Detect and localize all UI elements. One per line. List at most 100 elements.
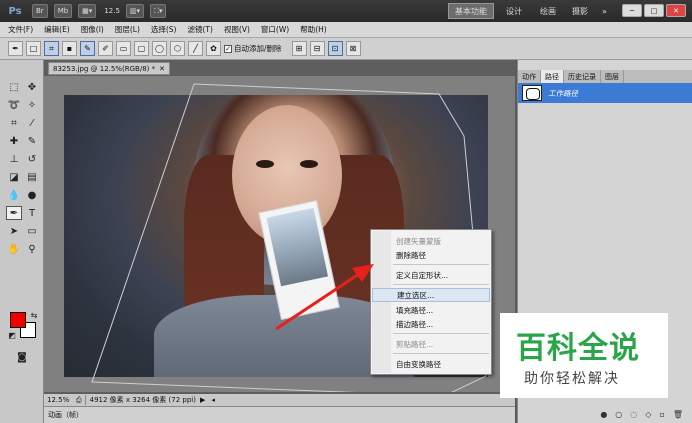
menu-file[interactable]: 文件(F)	[8, 24, 33, 35]
rounded-rectangle-icon[interactable]: ▢	[134, 41, 149, 56]
combine-intersect-icon[interactable]: ⊡	[327, 41, 343, 56]
quick-selection-tool-icon[interactable]: ✧	[24, 98, 40, 112]
ellipse-icon[interactable]: ◯	[152, 41, 167, 56]
menu-item-fill-path[interactable]: 填充路径...	[372, 303, 490, 317]
pen-tool-preset-icon[interactable]: ✒	[8, 41, 23, 56]
clone-stamp-tool-icon[interactable]: ⊥	[6, 152, 22, 166]
menu-item-delete-path[interactable]: 删除路径	[372, 248, 490, 262]
close-tab-icon[interactable]: ✕	[159, 65, 165, 73]
tools-panel: ⬚ ✥ ➰ ✧ ⌗ ⁄ ✚ ✎ ⊥ ↺ ◪ ▤ 💧 ● ✒ T ➤ ▭ ✋ ⚲ …	[0, 60, 44, 423]
default-colors-icon[interactable]: ◩	[4, 328, 20, 342]
line-icon[interactable]: ╱	[188, 41, 203, 56]
pen-tool-icon[interactable]: ✒	[6, 206, 22, 220]
menu-edit[interactable]: 编辑(E)	[44, 24, 70, 35]
paths-mode-icon[interactable]: ⌗	[44, 41, 59, 56]
minibridge-button[interactable]: Mb	[53, 4, 73, 18]
combine-add-icon[interactable]: ⊞	[291, 41, 307, 56]
close-button[interactable]: ✕	[666, 4, 686, 17]
menu-layer[interactable]: 图层(L)	[115, 24, 140, 35]
fill-path-icon[interactable]: ●	[600, 410, 607, 419]
context-menu-separator	[393, 264, 489, 265]
watermark: 百科全说 助你轻松解决	[500, 313, 668, 398]
path-selection-tool-icon[interactable]: ➤	[6, 224, 22, 238]
menu-window[interactable]: 窗口(W)	[261, 24, 289, 35]
panel-tabs: 动作 路径 历史记录 图层	[518, 70, 692, 83]
menu-help[interactable]: 帮助(H)	[300, 24, 327, 35]
menu-image[interactable]: 图像(I)	[81, 24, 104, 35]
minimize-button[interactable]: ─	[622, 4, 642, 17]
workspace-painting[interactable]: 绘画	[534, 3, 562, 19]
zoom-level[interactable]: 12.5	[104, 7, 120, 15]
menu-item-define-custom-shape[interactable]: 定义自定形状...	[372, 268, 490, 282]
fill-pixels-icon[interactable]: ▪	[62, 41, 77, 56]
zoom-tool-icon[interactable]: ⚲	[24, 242, 40, 256]
load-selection-icon[interactable]: ◌	[630, 410, 637, 419]
status-zoom[interactable]: 12.5%	[44, 396, 76, 404]
swap-colors-icon[interactable]: ⇆	[26, 308, 42, 322]
tab-layers[interactable]: 图层	[601, 70, 624, 83]
arrange-documents-button[interactable]: ▥▾	[125, 4, 145, 18]
gradient-tool-icon[interactable]: ▤	[24, 170, 40, 184]
more-workspaces-icon[interactable]: »	[596, 3, 613, 19]
status-doc-icon[interactable]: ⎙	[76, 396, 82, 405]
tab-history[interactable]: 历史记录	[564, 70, 601, 83]
status-arrow-icon[interactable]: ▶	[200, 396, 205, 404]
quick-mask-icon[interactable]: ◙	[14, 350, 30, 364]
type-tool-icon[interactable]: T	[24, 206, 40, 220]
healing-brush-tool-icon[interactable]: ✚	[6, 134, 22, 148]
foreground-color-swatch[interactable]	[10, 312, 26, 328]
history-brush-tool-icon[interactable]: ↺	[24, 152, 40, 166]
path-thumbnail	[522, 85, 542, 101]
menu-item-free-transform-path[interactable]: 自由变换路径	[372, 357, 490, 371]
crop-tool-icon[interactable]: ⌗	[6, 116, 22, 130]
menu-item-clipping-path[interactable]: 剪贴路径...	[372, 337, 490, 351]
menu-filter[interactable]: 滤镜(T)	[188, 24, 213, 35]
document-tab[interactable]: 83253.jpg @ 12.5%(RGB/8) * ✕	[48, 62, 170, 75]
document-tab-title: 83253.jpg @ 12.5%(RGB/8) *	[53, 64, 156, 73]
menu-item-make-selection[interactable]: 建立选区...	[372, 288, 490, 302]
new-path-icon[interactable]: ▫	[659, 410, 664, 419]
pen-icon[interactable]: ✎	[80, 41, 95, 56]
shape-layers-icon[interactable]: □	[26, 41, 41, 56]
screen-mode-button[interactable]: ⛶▾	[150, 4, 167, 18]
brush-tool-icon[interactable]: ✎	[24, 134, 40, 148]
delete-path-icon[interactable]: 🗑	[673, 410, 683, 419]
polygon-icon[interactable]: ⬡	[170, 41, 185, 56]
workspace-essentials[interactable]: 基本功能	[448, 3, 494, 19]
move-tool-icon[interactable]: ✥	[24, 80, 40, 94]
maximize-button[interactable]: □	[644, 4, 664, 17]
auto-add-delete-checkbox[interactable]: ✓	[224, 44, 232, 53]
watermark-subtitle: 助你轻松解决	[524, 371, 620, 387]
freeform-pen-icon[interactable]: ✐	[98, 41, 113, 56]
eyedropper-tool-icon[interactable]: ⁄	[24, 116, 40, 130]
scroll-left-icon[interactable]: ◂	[211, 396, 215, 404]
photoshop-logo: Ps	[8, 5, 22, 17]
custom-shape-icon[interactable]: ✿	[206, 41, 221, 56]
tab-paths[interactable]: 路径	[541, 70, 564, 83]
blur-tool-icon[interactable]: 💧	[6, 188, 22, 202]
menu-view[interactable]: 视图(V)	[224, 24, 250, 35]
make-work-path-icon[interactable]: ◇	[645, 410, 651, 419]
marquee-tool-icon[interactable]: ⬚	[6, 80, 22, 94]
workspace-photography[interactable]: 摄影	[566, 3, 594, 19]
shape-tool-icon[interactable]: ▭	[24, 224, 40, 238]
workspace-design[interactable]: 设计	[500, 3, 528, 19]
eraser-tool-icon[interactable]: ◪	[6, 170, 22, 184]
bridge-button[interactable]: Br	[32, 4, 48, 18]
hand-tool-icon[interactable]: ✋	[6, 242, 22, 256]
combine-exclude-icon[interactable]: ⊠	[345, 41, 361, 56]
combine-subtract-icon[interactable]: ⊟	[309, 41, 325, 56]
view-extras-button[interactable]: ▦▾	[78, 4, 97, 18]
path-name: 工作路径	[548, 88, 578, 98]
lasso-tool-icon[interactable]: ➰	[6, 98, 22, 112]
menu-select[interactable]: 选择(S)	[151, 24, 177, 35]
tab-actions[interactable]: 动作	[518, 70, 541, 83]
animation-panel-tab[interactable]: 动画（帧）	[44, 406, 515, 423]
context-menu-separator	[393, 333, 489, 334]
menu-item-create-vector-mask[interactable]: 创建矢量蒙版	[372, 234, 490, 248]
stroke-path-icon[interactable]: ○	[615, 410, 622, 419]
rectangle-icon[interactable]: ▭	[116, 41, 131, 56]
path-list-item[interactable]: 工作路径	[518, 83, 692, 103]
menu-item-stroke-path[interactable]: 描边路径...	[372, 317, 490, 331]
dodge-tool-icon[interactable]: ●	[24, 188, 40, 202]
